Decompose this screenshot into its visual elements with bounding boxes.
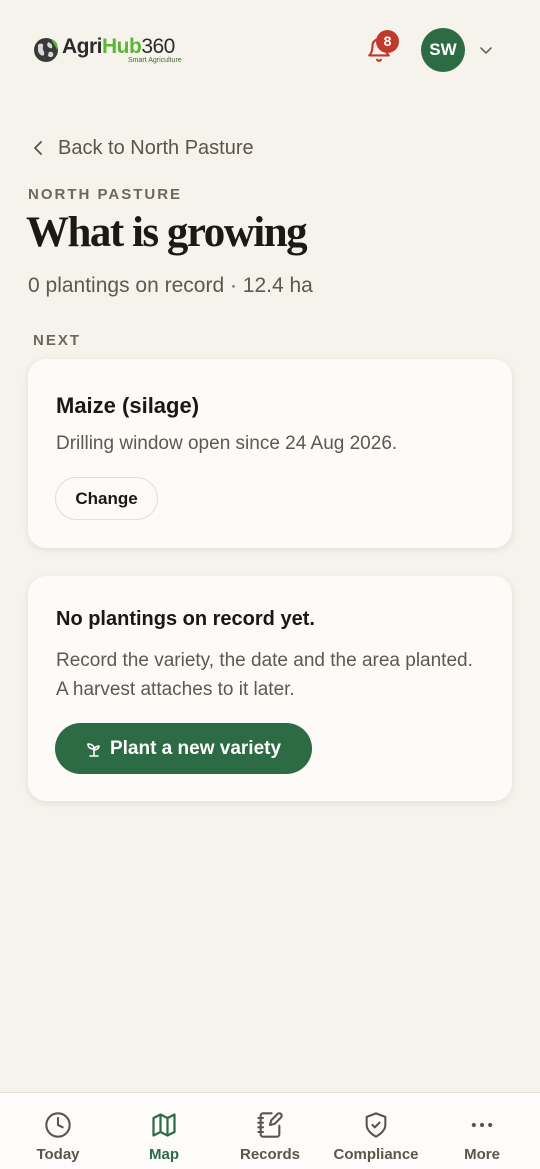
map-icon bbox=[152, 1113, 176, 1137]
logo-word-agri: Agri bbox=[62, 35, 103, 58]
nav-item-map[interactable]: Map bbox=[110, 1093, 218, 1169]
globe-logo-icon bbox=[34, 38, 58, 62]
field-eyebrow: NORTH PASTURE bbox=[28, 186, 183, 203]
nav-item-more[interactable]: More bbox=[428, 1093, 536, 1169]
next-crop-title: Maize (silage) bbox=[56, 393, 200, 418]
nav-label-more: More bbox=[464, 1146, 500, 1163]
chevron-down-icon[interactable] bbox=[478, 42, 494, 58]
empty-state-description: Record the variety, the date and the are… bbox=[56, 650, 473, 700]
notification-badge[interactable]: 8 bbox=[376, 30, 399, 53]
nav-item-records[interactable]: Records bbox=[216, 1093, 324, 1169]
next-crop-description: Drilling window open since 24 Aug 2026. bbox=[56, 433, 398, 454]
sprout-icon bbox=[87, 742, 100, 757]
nav-label-compliance: Compliance bbox=[333, 1146, 419, 1163]
more-dots-icon bbox=[471, 1122, 493, 1128]
empty-plantings-card: No plantings on record yet. Record the v… bbox=[28, 576, 512, 801]
clock-icon bbox=[45, 1112, 71, 1138]
nav-label-records: Records bbox=[239, 1146, 301, 1163]
notebook-pen-icon bbox=[257, 1112, 283, 1138]
back-link[interactable]: Back to North Pasture bbox=[30, 134, 254, 162]
planting-page: AgriHub360 Smart Agriculture 8 SW Back t… bbox=[0, 0, 540, 1169]
nav-item-compliance[interactable]: Compliance bbox=[322, 1093, 430, 1169]
user-avatar[interactable]: SW bbox=[421, 28, 465, 72]
logo-tagline: Smart Agriculture bbox=[128, 57, 182, 64]
logo-word-360: 360 bbox=[141, 35, 175, 58]
bottom-nav: Today Map Records Compliance More bbox=[0, 1092, 540, 1169]
next-section-label: NEXT bbox=[33, 332, 82, 349]
back-link-label: Back to North Pasture bbox=[58, 136, 254, 159]
change-button[interactable]: Change bbox=[55, 477, 158, 520]
logo-word-hub: Hub bbox=[102, 35, 142, 58]
app-header: AgriHub360 Smart Agriculture 8 SW bbox=[0, 0, 540, 100]
next-crop-card: Maize (silage) Drilling window open sinc… bbox=[28, 359, 512, 548]
chevron-left-icon bbox=[34, 141, 42, 155]
page-title: What is growing bbox=[26, 209, 308, 256]
shield-check-icon bbox=[365, 1112, 387, 1138]
nav-label-today: Today bbox=[36, 1146, 80, 1163]
plant-new-variety-label: Plant a new variety bbox=[109, 737, 282, 759]
nav-label-map: Map bbox=[149, 1146, 179, 1163]
agrihub-logo[interactable]: AgriHub360 Smart Agriculture bbox=[32, 32, 182, 68]
plant-new-variety-button[interactable]: Plant a new variety bbox=[55, 723, 312, 774]
nav-item-today[interactable]: Today bbox=[4, 1093, 112, 1169]
empty-state-title: No plantings on record yet. bbox=[56, 608, 315, 630]
page-subtitle: 0 plantings on record · 12.4 ha bbox=[28, 274, 313, 297]
